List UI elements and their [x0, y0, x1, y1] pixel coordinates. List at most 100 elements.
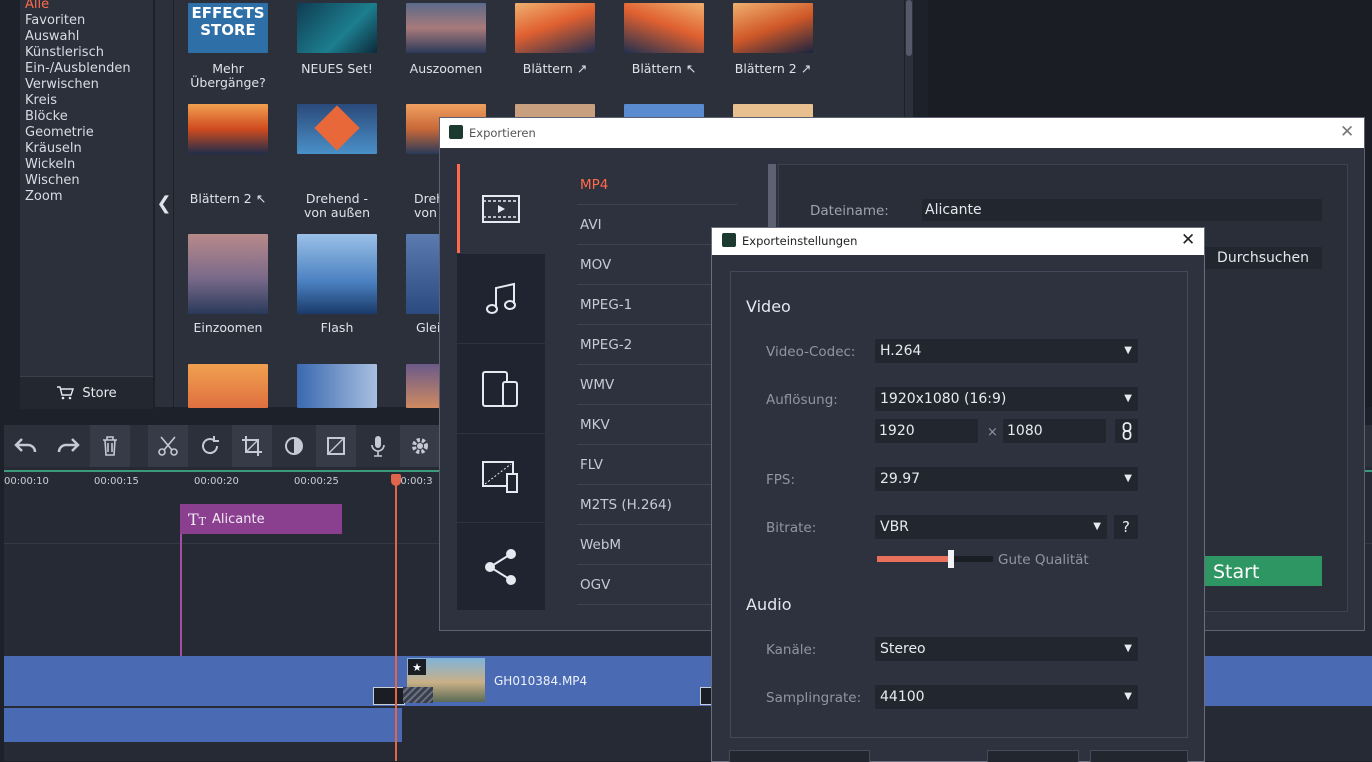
redo-icon [57, 438, 80, 453]
trim-handle-left[interactable] [373, 687, 405, 705]
bitrate-help-button[interactable]: ? [1114, 515, 1138, 539]
codec-value: H.264 [880, 343, 922, 359]
browse-button[interactable]: Durchsuchen [1204, 247, 1322, 269]
filename-label: Dateiname: [810, 203, 889, 219]
ok-button[interactable] [987, 750, 1079, 762]
codec-select[interactable]: H.264 ▼ [875, 339, 1138, 363]
close-icon[interactable]: ✕ [1340, 122, 1354, 142]
transition-tile-blaettern2-1[interactable] [733, 3, 813, 53]
crop-icon [242, 436, 262, 456]
stabilize-button[interactable] [316, 425, 356, 467]
rotate-button[interactable] [190, 425, 230, 467]
crop-button[interactable] [232, 425, 272, 467]
category-item-wischen[interactable]: Wischen [25, 173, 80, 188]
tab-video[interactable] [457, 164, 545, 254]
quality-slider-handle[interactable] [948, 550, 954, 568]
samplerate-select[interactable]: 44100 ▼ [875, 685, 1138, 709]
format-mpeg1[interactable]: MPEG-1 [580, 297, 632, 313]
width-input[interactable]: 1920 [875, 419, 978, 443]
transition-tile-flash[interactable] [297, 234, 377, 314]
playhead[interactable] [395, 478, 397, 761]
redo-button[interactable] [48, 425, 88, 467]
cancel-button[interactable] [1090, 750, 1188, 762]
format-m2ts[interactable]: M2TS (H.264) [580, 497, 672, 513]
transition-tile-auszoomen[interactable] [406, 3, 486, 53]
devices-icon [482, 370, 518, 407]
bitrate-select[interactable]: VBR ▼ [875, 515, 1107, 539]
transition-tile-row4-1[interactable] [188, 364, 268, 408]
filename-input[interactable]: Alicante [922, 199, 1322, 221]
dropdown-arrow-icon: ▼ [1124, 643, 1132, 654]
transition-tile-hidden-1[interactable] [515, 104, 595, 118]
app-logo-icon [722, 233, 736, 247]
dropdown-arrow-icon: ▼ [1124, 393, 1132, 404]
channels-select[interactable]: Stereo ▼ [875, 637, 1138, 661]
height-input[interactable]: 1080 [1003, 419, 1106, 443]
category-item-geometrie[interactable]: Geometrie [25, 125, 94, 140]
category-item-zoom[interactable]: Zoom [25, 189, 62, 204]
transition-tile-drehend[interactable] [297, 104, 377, 154]
format-ogv[interactable]: OGV [580, 577, 610, 593]
category-item-kraeuseln[interactable]: Kräuseln [25, 141, 82, 156]
transition-tile-row4-2[interactable] [297, 364, 377, 408]
link-aspect-button[interactable] [1115, 419, 1138, 443]
tab-share[interactable] [457, 522, 545, 611]
transition-tile-blaettern2-2[interactable] [188, 104, 268, 154]
export-titlebar[interactable] [440, 118, 1364, 148]
tab-audio[interactable] [457, 254, 545, 344]
chevron-left-icon: ❮ [156, 193, 172, 214]
delete-button[interactable] [90, 425, 130, 467]
color-adjust-button[interactable] [274, 425, 314, 467]
defaults-button[interactable] [729, 750, 870, 762]
video-clip-name: GH010384.MP4 [494, 674, 588, 688]
close-icon[interactable]: ✕ [1181, 230, 1195, 250]
category-item-wickeln[interactable]: Wickeln [25, 157, 75, 172]
transition-tile-new-set[interactable] [297, 3, 377, 53]
category-item-bloecke[interactable]: Blöcke [25, 109, 68, 124]
transition-tile-einzoomen[interactable] [188, 234, 268, 314]
playhead-handle[interactable] [391, 474, 401, 486]
cut-button[interactable] [148, 425, 188, 467]
transition-tile-blaettern-2[interactable] [624, 3, 704, 53]
category-item-ein-ausblenden[interactable]: Ein-/Ausblenden [25, 61, 131, 76]
format-mkv[interactable]: MKV [580, 417, 610, 433]
format-avi[interactable]: AVI [580, 217, 602, 233]
category-item-auswahl[interactable]: Auswahl [25, 29, 79, 44]
format-mov[interactable]: MOV [580, 257, 611, 273]
effects-store-tile[interactable]: EFFECTS STORE [188, 3, 268, 53]
resolution-select[interactable]: 1920x1080 (16:9) ▼ [875, 387, 1138, 411]
title-clip[interactable]: TT Alicante [180, 504, 342, 534]
star-icon: ★ [408, 659, 426, 675]
audio-track[interactable] [4, 708, 402, 742]
category-item-verwischen[interactable]: Verwischen [25, 77, 99, 92]
category-item-alle[interactable]: Alle [25, 0, 49, 12]
settings-button[interactable] [400, 425, 440, 467]
format-wmv[interactable]: WMV [580, 377, 614, 393]
category-item-kuenstlerisch[interactable]: Künstlerisch [25, 45, 104, 60]
fps-select[interactable]: 29.97 ▼ [875, 467, 1138, 491]
samplerate-value: 44100 [880, 689, 925, 705]
undo-button[interactable] [6, 425, 46, 467]
tab-devices[interactable] [457, 344, 545, 434]
store-button[interactable]: Store [20, 376, 153, 409]
category-item-kreis[interactable]: Kreis [25, 93, 57, 108]
format-mp4[interactable]: MP4 [580, 177, 608, 193]
start-button[interactable]: Start [1200, 556, 1322, 586]
undo-icon [14, 438, 37, 453]
category-item-favoriten[interactable]: Favoriten [25, 13, 85, 28]
title-clip-label: Alicante [212, 511, 265, 527]
transition-tile-blaettern-1[interactable] [515, 3, 595, 53]
transition-label: Drehend - von außen [303, 191, 370, 220]
transition-tile-hidden-3[interactable] [733, 104, 813, 118]
transition-marker[interactable] [403, 687, 433, 703]
tab-tv[interactable] [457, 433, 545, 523]
samplerate-label: Samplingrate: [766, 690, 862, 706]
tv-icon [482, 460, 518, 493]
format-flv[interactable]: FLV [580, 457, 603, 473]
record-audio-button[interactable] [358, 425, 398, 467]
transition-tile-hidden-2[interactable] [624, 104, 704, 118]
collapse-panel-button[interactable]: ❮ [155, 0, 173, 407]
color-icon [285, 437, 303, 455]
format-webm[interactable]: WebM [580, 537, 621, 553]
format-mpeg2[interactable]: MPEG-2 [580, 337, 632, 353]
